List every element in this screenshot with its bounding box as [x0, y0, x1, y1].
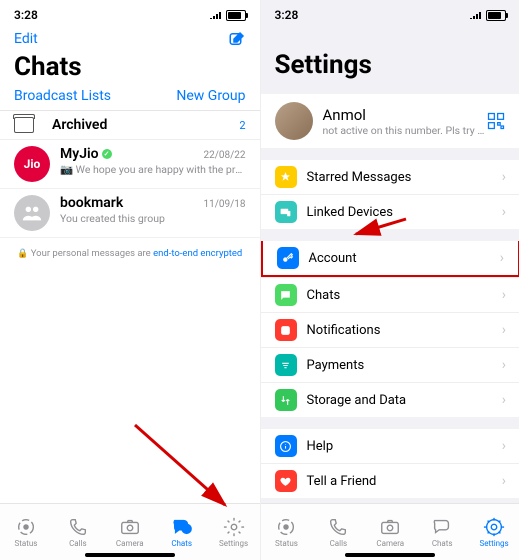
tab-status[interactable]: Status	[0, 504, 52, 560]
tab-bar: Status Calls Camera Chats Settings	[261, 503, 519, 560]
chat-icon	[275, 284, 297, 306]
archive-icon	[14, 117, 34, 133]
chevron-right-icon: ›	[502, 322, 506, 338]
chat-name: MyJio	[60, 146, 99, 162]
lock-icon: 🔒	[17, 249, 28, 259]
clock: 3:28	[14, 8, 38, 22]
profile-name: Anmol	[323, 106, 487, 124]
battery-icon	[226, 10, 246, 21]
chevron-right-icon: ›	[502, 204, 506, 220]
tab-chats[interactable]: Chats	[156, 504, 208, 560]
profile-card[interactable]: Anmol not active on this number. Pls try…	[261, 94, 519, 148]
encryption-notice: 🔒 Your personal messages are end-to-end …	[0, 238, 260, 269]
info-icon	[275, 435, 297, 457]
tab-calls[interactable]: Calls	[52, 504, 104, 560]
cell-chats[interactable]: Chats›	[261, 277, 519, 312]
chat-row[interactable]: Jio MyJio 22/08/22 📷 We hope you are hap…	[0, 140, 260, 189]
chat-preview: 📷 We hope you are happy with the product…	[60, 162, 246, 176]
archived-label: Archived	[52, 117, 239, 133]
cell-notifications[interactable]: Notifications›	[261, 312, 519, 347]
star-icon	[275, 166, 297, 188]
tab-bar: Status Calls Camera Chats Settings	[0, 503, 260, 560]
tab-chats[interactable]: Chats	[416, 504, 468, 560]
avatar	[275, 102, 313, 140]
new-group-link[interactable]: New Group	[176, 88, 245, 104]
tab-status[interactable]: Status	[261, 504, 313, 560]
cell-help[interactable]: Help›	[261, 429, 519, 463]
broadcast-lists-link[interactable]: Broadcast Lists	[14, 88, 111, 104]
chevron-right-icon: ›	[502, 169, 506, 185]
cell-account[interactable]: Account›	[261, 241, 519, 277]
avatar	[14, 195, 50, 231]
chat-time: 22/08/22	[204, 150, 246, 161]
tab-calls[interactable]: Calls	[312, 504, 364, 560]
compose-icon[interactable]	[228, 30, 246, 48]
tab-settings[interactable]: Settings	[468, 504, 519, 560]
tab-camera[interactable]: Camera	[364, 504, 416, 560]
status-bar: 3:28	[261, 0, 519, 26]
payments-icon	[275, 354, 297, 376]
cell-payments[interactable]: Payments›	[261, 347, 519, 382]
clock: 3:28	[275, 8, 299, 22]
archived-count: 2	[239, 119, 245, 132]
key-icon	[277, 247, 299, 269]
tab-camera[interactable]: Camera	[104, 504, 156, 560]
storage-icon	[275, 389, 297, 411]
cell-starred[interactable]: Starred Messages›	[261, 160, 519, 194]
chat-preview: You created this group	[60, 211, 246, 225]
battery-icon	[486, 10, 506, 21]
edit-button[interactable]: Edit	[14, 31, 38, 47]
chevron-right-icon: ›	[502, 392, 506, 408]
heart-icon	[275, 470, 297, 492]
tab-settings[interactable]: Settings	[208, 504, 260, 560]
signal-icon	[469, 10, 483, 20]
qr-icon[interactable]	[486, 111, 506, 131]
cell-linked[interactable]: Linked Devices›	[261, 194, 519, 229]
status-bar: 3:28	[0, 0, 260, 26]
chat-time: 11/09/18	[204, 199, 246, 210]
encryption-link[interactable]: end-to-end encrypted	[153, 248, 242, 259]
chevron-right-icon: ›	[502, 438, 506, 454]
chevron-right-icon: ›	[500, 250, 504, 266]
devices-icon	[275, 201, 297, 223]
profile-status: not active on this number. Pls try +9…	[323, 124, 487, 137]
archived-row[interactable]: Archived 2	[0, 111, 260, 140]
chat-name: bookmark	[60, 195, 123, 211]
cell-tell-friend[interactable]: Tell a Friend›	[261, 463, 519, 498]
chevron-right-icon: ›	[502, 473, 506, 489]
avatar: Jio	[14, 146, 50, 182]
page-title: Settings	[261, 26, 519, 88]
home-indicator	[345, 553, 435, 557]
signal-icon	[209, 10, 223, 20]
chevron-right-icon: ›	[502, 357, 506, 373]
chat-row[interactable]: bookmark 11/09/18 You created this group	[0, 189, 260, 238]
cell-storage[interactable]: Storage and Data›	[261, 382, 519, 417]
chevron-right-icon: ›	[502, 287, 506, 303]
verified-icon	[102, 149, 112, 159]
notifications-icon	[275, 319, 297, 341]
home-indicator	[85, 553, 175, 557]
page-title: Chats	[0, 48, 260, 88]
